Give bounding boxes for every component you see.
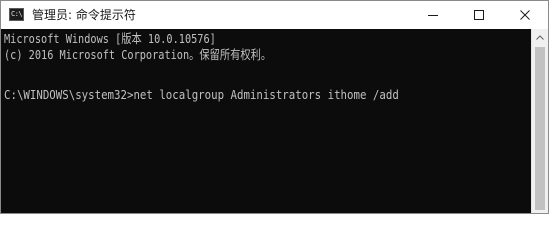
console-output[interactable]: Microsoft Windows [版本 10.0.10576] (c) 20…	[1, 29, 531, 213]
scroll-up-arrow-icon	[536, 35, 544, 40]
vertical-scrollbar[interactable]	[531, 29, 548, 213]
cmd-window: C:\ 管理员: 命令提示符 Microsoft Windows [版本 10.…	[0, 0, 549, 214]
window-title: 管理员: 命令提示符	[32, 8, 136, 22]
maximize-button[interactable]	[456, 1, 502, 29]
minimize-icon	[428, 15, 438, 16]
maximize-icon	[474, 10, 484, 20]
close-icon	[520, 10, 530, 20]
console-line-command: C:\WINDOWS\system32>net localgroup Admin…	[4, 87, 399, 102]
title-bar[interactable]: C:\ 管理员: 命令提示符	[1, 1, 548, 29]
console-line-copyright: (c) 2016 Microsoft Corporation。保留所有权利。	[4, 47, 272, 62]
console-line-version: Microsoft Windows [版本 10.0.10576]	[4, 31, 216, 46]
minimize-button[interactable]	[410, 1, 456, 29]
close-button[interactable]	[502, 1, 548, 29]
scrollbar-thumb[interactable]	[535, 47, 545, 210]
scroll-up-button[interactable]	[532, 29, 548, 46]
cmd-icon: C:\	[9, 8, 24, 21]
cmd-icon-text: C:\	[11, 10, 23, 18]
